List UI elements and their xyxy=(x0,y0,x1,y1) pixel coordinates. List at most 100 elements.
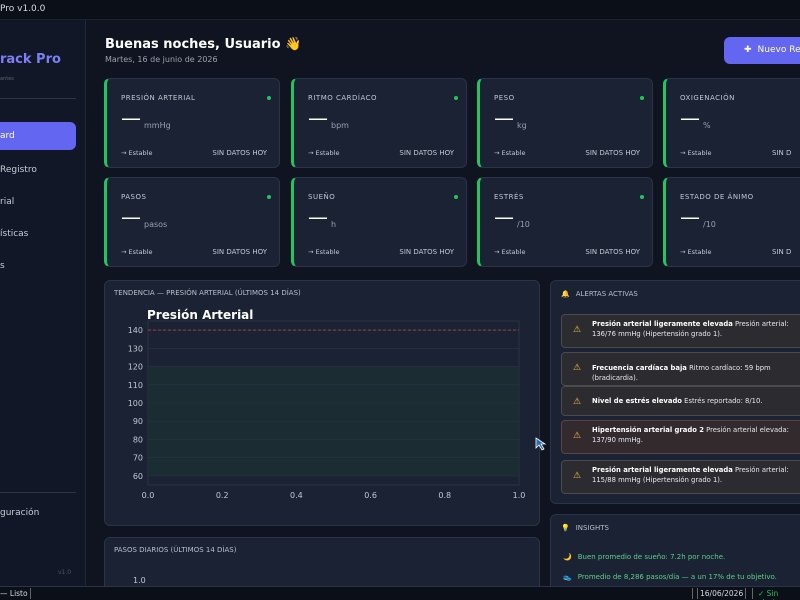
status-separator xyxy=(752,588,753,599)
greeting-text: Buenas noches, Usuario xyxy=(105,37,281,52)
insight-item: 👟 Promedio de 8,286 pasos/día — a un 17% … xyxy=(563,573,777,581)
shoe-icon: 👟 xyxy=(563,573,572,581)
sidebar-item-historial[interactable]: rial xyxy=(0,188,76,216)
sidebar-item-estadisticas[interactable]: ísticas xyxy=(0,220,76,248)
x-tick-label: 0.6 xyxy=(364,491,377,500)
metric-label: PESO xyxy=(494,94,515,102)
metric-card-blood-pressure[interactable]: PRESIÓN ARTERIAL — mmHg → Estable SIN DA… xyxy=(104,78,280,168)
y-tick-label: 1.0 xyxy=(133,576,146,585)
alert-item[interactable]: ⚠ Nivel de estrés elevado Estrés reporta… xyxy=(561,386,800,416)
metric-status: SIN DATOS HOY xyxy=(585,248,640,256)
metric-trend: → Estable xyxy=(121,149,153,157)
y-tick-label: 60 xyxy=(133,472,143,481)
status-text: — Listo xyxy=(0,589,28,598)
app-version: v1.0 xyxy=(58,569,72,576)
x-tick-label: 1.0 xyxy=(513,491,526,500)
alert-text: Presión arterial ligeramente elevada Pre… xyxy=(592,319,800,339)
sidebar-item-configuracion[interactable]: guración xyxy=(0,508,39,518)
metric-value: — xyxy=(494,106,514,130)
metric-label: OXIGENACIÓN xyxy=(680,94,735,102)
metric-label: RITMO CARDÍACO xyxy=(308,94,378,102)
y-tick-label: 120 xyxy=(128,363,143,372)
alert-detail: Estrés reportado: 8/10. xyxy=(684,397,763,405)
metric-status: SIN D xyxy=(772,248,792,256)
status-dot-icon xyxy=(454,195,458,199)
metric-value: — xyxy=(680,106,700,130)
y-tick-label: 80 xyxy=(133,435,143,444)
sidebar-divider xyxy=(0,492,76,493)
metric-unit: mmHg xyxy=(144,121,171,130)
insight-text: Buen promedio de sueño: 7.2h por noche. xyxy=(577,553,726,561)
metric-unit: /10 xyxy=(517,220,530,229)
lightbulb-icon: 💡 xyxy=(561,524,570,532)
y-tick-label: 90 xyxy=(133,417,143,426)
metric-label: SUEÑO xyxy=(308,193,336,201)
x-tick-label: 0.8 xyxy=(438,491,451,500)
y-tick-label: 100 xyxy=(128,399,143,408)
status-dot-icon xyxy=(454,96,458,100)
status-bar: — Listo 16/06/2026 ✓ Sin alerta xyxy=(0,586,800,600)
metric-card-oxygen[interactable]: OXIGENACIÓN — % → Estable SIN D xyxy=(663,78,800,168)
alert-title: Frecuencia cardíaca baja xyxy=(592,364,687,372)
metric-card-mood[interactable]: ESTADO DE ÁNIMO — /10 → Estable SIN D xyxy=(663,177,800,267)
status-dot-icon xyxy=(267,96,271,100)
new-record-button[interactable]: ✚ Nuevo Regi xyxy=(724,37,800,64)
metric-card-heart-rate[interactable]: RITMO CARDÍACO — bpm → Estable SIN DATOS… xyxy=(291,78,467,168)
warning-icon: ⚠ xyxy=(573,325,582,335)
alert-text: Nivel de estrés elevado Estrés reportado… xyxy=(592,396,800,406)
metric-unit: kg xyxy=(517,121,527,130)
metric-card-sleep[interactable]: SUEÑO — h → Estable SIN DATOS HOY xyxy=(291,177,467,267)
new-record-label: Nuevo Regi xyxy=(757,45,800,55)
alert-item[interactable]: ⚠ Presión arterial ligeramente elevada P… xyxy=(561,460,800,494)
alert-item[interactable]: ⚠ Presión arterial ligeramente elevada P… xyxy=(561,314,800,348)
status-separator xyxy=(745,588,746,599)
wave-icon: 👋 xyxy=(285,37,302,52)
brand-name: rack Pro xyxy=(0,52,61,67)
steps-panel-title: PASOS DIARIOS (ÚLTIMOS 14 DÍAS) xyxy=(114,546,237,554)
y-tick-label: 140 xyxy=(128,326,143,335)
blood-pressure-chart: 60 70 80 90 100 110 120 130 140 0.0 0.2 0.4 0.6 0.8 1.… xyxy=(128,320,526,500)
metric-status: SIN DATOS HOY xyxy=(399,149,454,157)
alert-text: Presión arterial ligeramente elevada Pre… xyxy=(592,465,800,485)
insight-item: 🌙 Buen promedio de sueño: 7.2h por noche. xyxy=(563,553,725,561)
metric-card-stress[interactable]: ESTRÉS — /10 → Estable SIN DATOS HOY xyxy=(477,177,653,267)
status-separator xyxy=(692,588,693,599)
metric-trend: → Estable xyxy=(308,149,340,157)
moon-icon: 🌙 xyxy=(563,553,572,561)
alert-title: Nivel de estrés elevado xyxy=(592,397,682,405)
metric-card-weight[interactable]: PESO — kg → Estable SIN DATOS HOY xyxy=(477,78,653,168)
alert-title: Hipertensión arterial grado 2 xyxy=(592,426,704,434)
x-tick-label: 0.2 xyxy=(216,491,229,500)
alert-text: Hipertensión arterial grado 2 Presión ar… xyxy=(592,425,800,445)
sidebar-divider xyxy=(0,98,76,99)
app-window: Pro v1.0.0 rack Pro antes ard Registro r… xyxy=(0,0,800,600)
current-date: Martes, 16 de junio de 2026 xyxy=(105,55,218,64)
sidebar-item-label: ísticas xyxy=(0,229,29,239)
metric-unit: h xyxy=(331,220,337,229)
metric-label: ESTRÉS xyxy=(494,193,524,201)
metric-value: — xyxy=(680,205,700,229)
alert-item[interactable]: ⚠ Hipertensión arterial grado 2 Presión … xyxy=(561,420,800,454)
insight-text: Promedio de 8,286 pasos/día — a un 17% d… xyxy=(577,573,777,581)
sidebar-item-label: rial xyxy=(0,197,15,207)
warning-icon: ⚠ xyxy=(573,471,582,481)
metric-value: — xyxy=(308,205,328,229)
sidebar-item-5[interactable]: s xyxy=(0,252,76,280)
sidebar-item-registro[interactable]: Registro xyxy=(0,156,76,184)
sidebar-item-dashboard[interactable]: ard xyxy=(0,122,76,150)
metric-status: SIN DATOS HOY xyxy=(212,149,267,157)
metric-status: SIN DATOS HOY xyxy=(585,149,640,157)
warning-icon: ⚠ xyxy=(573,397,582,407)
alert-item[interactable]: ⚠ Frecuencia cardíaca baja Ritmo cardíac… xyxy=(561,352,800,386)
metric-label: ESTADO DE ÁNIMO xyxy=(680,193,754,201)
insights-panel-title: 💡 INSIGHTS xyxy=(561,524,609,532)
metric-value: — xyxy=(121,205,141,229)
metric-label: PRESIÓN ARTERIAL xyxy=(121,94,196,102)
alert-text: Frecuencia cardíaca baja Ritmo cardíaco:… xyxy=(592,363,800,383)
metric-unit: bpm xyxy=(331,121,349,130)
status-alerts: ✓ Sin alerta xyxy=(758,589,780,600)
alert-title: Presión arterial ligeramente elevada xyxy=(592,320,733,328)
metric-card-steps[interactable]: PASOS — pasos → Estable SIN DATOS HOY xyxy=(104,177,280,267)
title-bar: Pro v1.0.0 xyxy=(0,0,800,20)
metric-status: SIN D xyxy=(772,149,792,157)
